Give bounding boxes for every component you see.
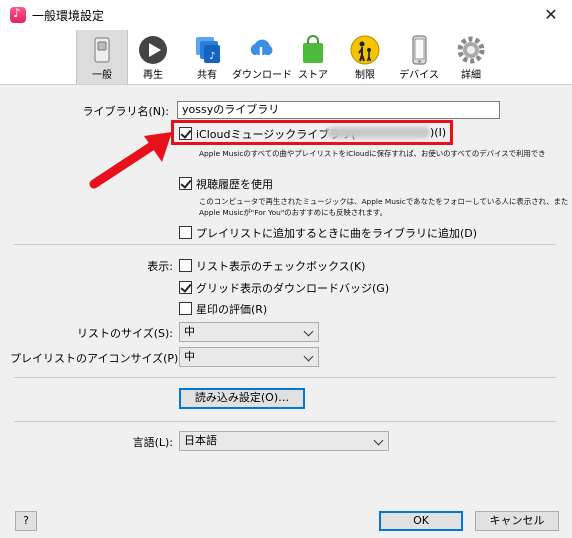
icloud-description: Apple Musicのすべての曲やプレイリストをiCloudに保存すれば、お使… (199, 149, 546, 158)
tab-general[interactable]: 一般 (76, 30, 128, 84)
add-songs-to-library-label: プレイリストに追加するときに曲をライブラリに追加(D) (196, 227, 478, 240)
download-icon (250, 39, 273, 62)
playlist-icon-size-label: プレイリストのアイコンサイズ(P): (10, 352, 183, 365)
divider (14, 377, 556, 378)
list-size-select[interactable]: 中 (179, 322, 319, 342)
language-select[interactable]: 日本語 (179, 431, 389, 451)
share-icon: ♪ (196, 37, 220, 63)
chevron-down-icon (303, 351, 314, 362)
language-label: 言語(L): (132, 436, 173, 449)
device-icon (412, 35, 427, 65)
history-description-line2: Apple Musicが"For You"のおすすめにも反映されます。 (199, 208, 387, 217)
gear-icon (457, 36, 485, 64)
close-button[interactable]: ✕ (540, 4, 562, 26)
tab-downloads-label: ダウンロード (232, 70, 292, 81)
playlist-icon-size-select[interactable]: 中 (179, 347, 319, 367)
tab-downloads[interactable]: ダウンロード (232, 30, 292, 84)
library-name-label: ライブラリ名(N): (82, 105, 169, 118)
listening-history-checkbox[interactable] (179, 177, 192, 190)
tab-advanced-label: 詳細 (461, 70, 481, 81)
tab-sharing-label: 共有 (197, 70, 217, 81)
list-view-checkbox-label: リスト表示のチェックボックス(K) (196, 260, 366, 273)
display-label: 表示: (147, 260, 173, 273)
history-description-line1: このコンピュータで再生されたミュージックは、Apple Musicであなたをフォ… (199, 197, 569, 206)
tab-store[interactable]: ストア (290, 30, 336, 84)
list-size-value: 中 (184, 325, 195, 338)
chevron-down-icon (303, 326, 314, 337)
switch-icon (94, 37, 110, 63)
tab-playback-label: 再生 (143, 70, 163, 81)
tab-playback[interactable]: 再生 (128, 30, 178, 84)
cancel-button[interactable]: キャンセル (475, 511, 559, 531)
tab-devices[interactable]: デバイス (394, 30, 444, 84)
tab-advanced[interactable]: 詳細 (446, 30, 496, 84)
listening-history-label: 視聴履歴を使用 (196, 178, 273, 191)
red-arrow-annotation (89, 132, 172, 189)
tab-restrictions[interactable]: 制限 (340, 30, 390, 84)
star-rating-checkbox[interactable] (179, 302, 192, 315)
svg-text:♪: ♪ (209, 51, 215, 62)
tab-store-label: ストア (298, 70, 328, 81)
import-settings-button[interactable]: 読み込み設定(O)… (179, 388, 305, 409)
itunes-icon (10, 6, 26, 23)
grid-download-badge-checkbox[interactable] (179, 281, 192, 294)
tab-sharing[interactable]: ♪ 共有 (182, 30, 232, 84)
language-value: 日本語 (184, 434, 217, 447)
play-icon (139, 36, 167, 64)
preferences-toolbar: 一般 再生 ♪ 共有 ダウンロード ストア 制限 デバイス 詳細 (0, 30, 572, 85)
divider (14, 244, 556, 245)
library-name-field[interactable]: yossyのライブラリ (177, 101, 500, 119)
window-title: 一般環境設定 (32, 9, 105, 23)
add-songs-to-library-checkbox[interactable] (179, 226, 192, 239)
tab-restrictions-label: 制限 (355, 70, 375, 81)
help-button[interactable]: ? (15, 511, 37, 531)
star-rating-label: 星印の評価(R) (196, 303, 268, 316)
tab-general-label: 一般 (92, 70, 112, 81)
tab-devices-label: デバイス (399, 70, 439, 81)
store-icon (303, 35, 323, 63)
ok-button[interactable]: OK (379, 511, 463, 531)
highlight-box (171, 120, 453, 145)
chevron-down-icon (373, 435, 384, 446)
parental-icon (350, 35, 380, 65)
title-bar: 一般環境設定 ✕ (0, 0, 572, 30)
playlist-icon-size-value: 中 (184, 350, 195, 363)
divider (14, 421, 556, 422)
grid-download-badge-label: グリッド表示のダウンロードバッジ(G) (196, 282, 390, 295)
list-size-label: リストのサイズ(S): (77, 327, 173, 340)
list-view-checkbox[interactable] (179, 259, 192, 272)
